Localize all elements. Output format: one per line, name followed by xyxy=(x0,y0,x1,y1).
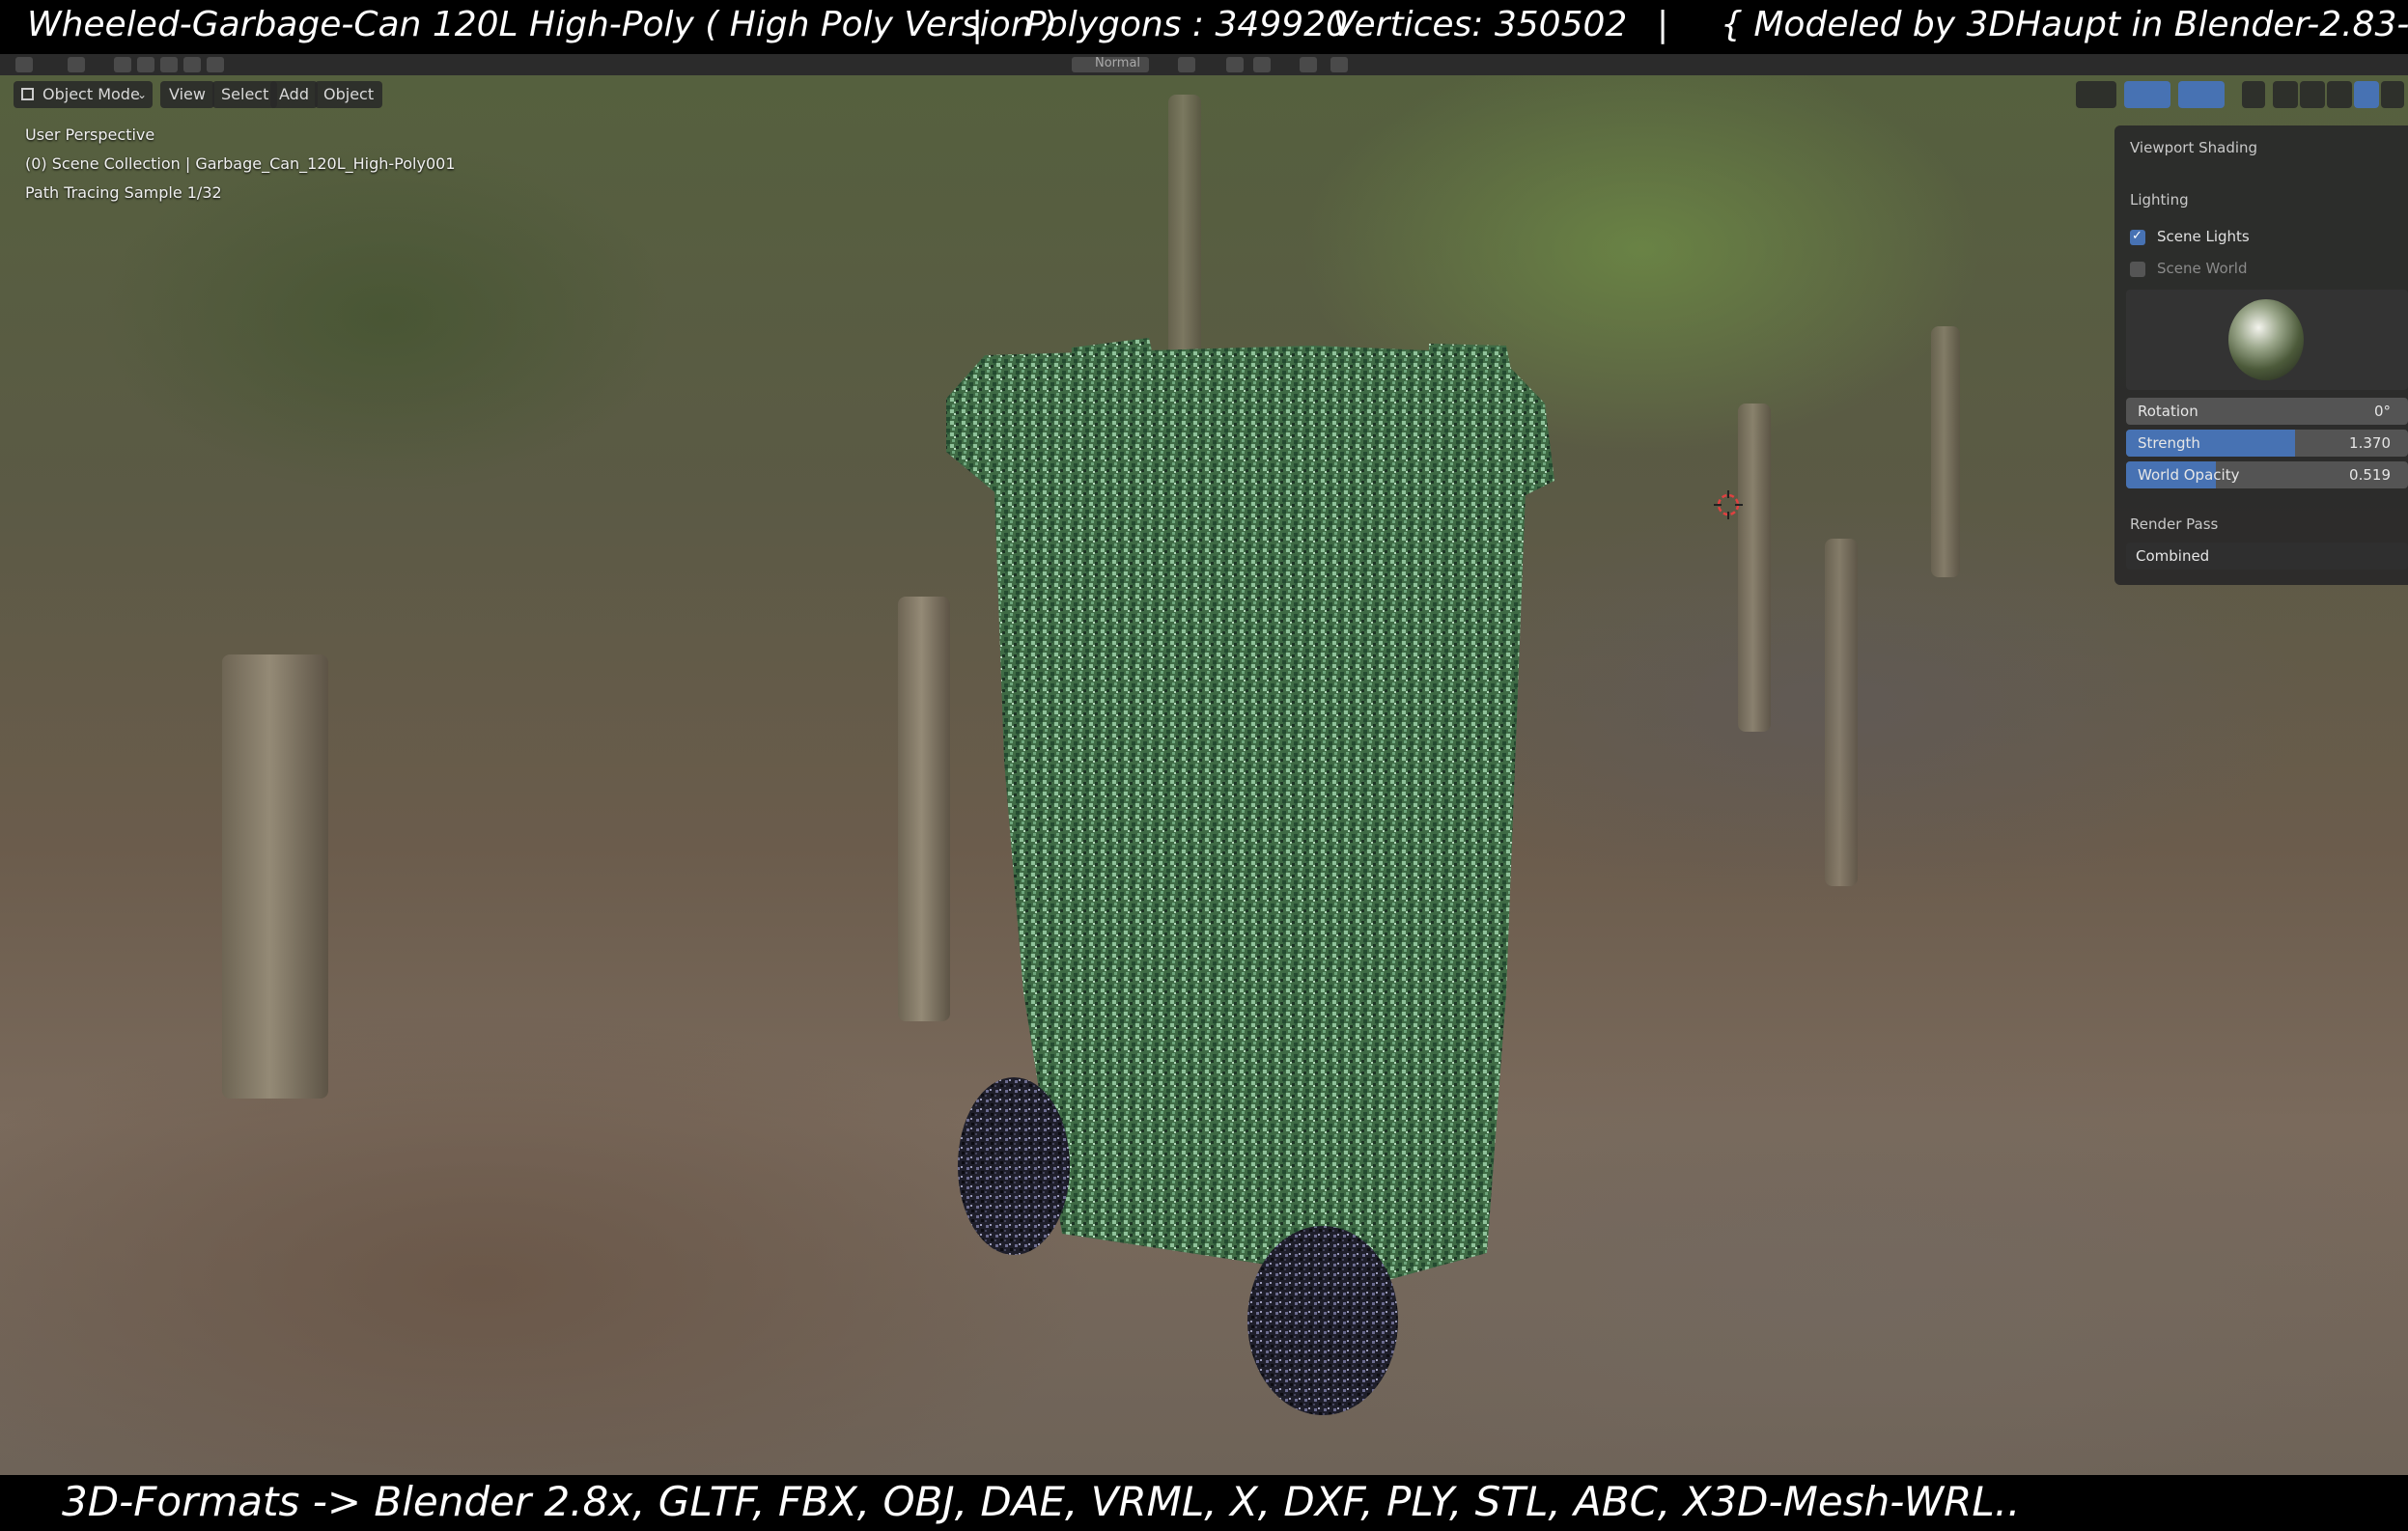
object-mode-label: Object Mode xyxy=(42,85,140,103)
strength-label: Strength xyxy=(2138,434,2200,452)
vertex-count: Vertices: 350502 xyxy=(1332,5,1628,44)
overlays-icon[interactable] xyxy=(2178,81,2225,108)
garbage-can-model[interactable] xyxy=(927,259,1680,1436)
select-box-icon[interactable] xyxy=(68,57,85,72)
bin-lid xyxy=(946,346,1554,500)
proportional-edit-icon[interactable] xyxy=(1300,57,1317,72)
scene-collection-label: (0) Scene Collection | Garbage_Can_120L_… xyxy=(25,154,456,173)
select-mode-icon[interactable] xyxy=(183,57,201,72)
fence-post xyxy=(1931,326,1960,577)
strength-value: 1.370 xyxy=(2349,434,2391,452)
render-pass-label: Render Pass xyxy=(2130,515,2219,533)
object-mode-icon xyxy=(21,88,34,100)
polygon-count: Polygons : 349920 xyxy=(1025,5,1348,44)
orientation-label: Normal xyxy=(1095,56,1141,70)
3d-viewport[interactable]: Object Mode ⌄ View Select Add Object Use… xyxy=(0,75,2408,1475)
hdri-sphere xyxy=(2228,299,2304,380)
rotation-field[interactable]: Rotation 0° xyxy=(2126,398,2408,425)
render-pass-value: Combined xyxy=(2136,547,2210,565)
object-mode-dropdown[interactable]: Object Mode ⌄ xyxy=(14,81,153,108)
bin-body xyxy=(994,490,1526,1282)
menu-object[interactable]: Object xyxy=(315,81,383,108)
right-wheel xyxy=(1247,1226,1398,1415)
modeler-credit: { Modeled by 3DHaupt in Blender-2.83-3 } xyxy=(1721,5,2408,44)
transform-icon[interactable] xyxy=(15,57,33,72)
lighting-label: Lighting xyxy=(2130,191,2189,209)
title-separator: | xyxy=(1657,5,1669,44)
render-sample-label: Path Tracing Sample 1/32 xyxy=(25,183,222,202)
snap-target-icon[interactable] xyxy=(1253,57,1271,72)
title-separator: | xyxy=(971,5,984,44)
title-banner: Wheeled-Garbage-Can 120L High-Poly ( Hig… xyxy=(0,0,2408,54)
world-opacity-label: World Opacity xyxy=(2138,466,2240,484)
rotation-label: Rotation xyxy=(2138,403,2198,420)
fence-post xyxy=(222,654,328,1099)
visibility-icon[interactable] xyxy=(2076,81,2116,108)
select-mode-icon[interactable] xyxy=(137,57,154,72)
select-mode-icon[interactable] xyxy=(160,57,178,72)
fence-post xyxy=(1738,404,1771,732)
world-opacity-value: 0.519 xyxy=(2349,466,2391,484)
scene-world-checkbox[interactable] xyxy=(2130,262,2145,277)
scene-lights-checkbox[interactable] xyxy=(2130,229,2145,245)
falloff-icon[interactable] xyxy=(1330,57,1348,72)
3d-cursor-icon[interactable] xyxy=(1714,490,1743,519)
shading-options-dropdown[interactable] xyxy=(2381,81,2404,108)
pivot-icon[interactable] xyxy=(1178,57,1195,72)
menu-select[interactable]: Select xyxy=(212,81,278,108)
gizmo-icon[interactable] xyxy=(2124,81,2170,108)
model-name: Wheeled-Garbage-Can 120L High-Poly ( Hig… xyxy=(27,5,1057,44)
rotation-value: 0° xyxy=(2373,403,2391,420)
wireframe-shading-icon[interactable] xyxy=(2273,81,2298,108)
rendered-shading-icon[interactable] xyxy=(2354,81,2379,108)
fence-post xyxy=(1825,539,1858,886)
world-opacity-slider[interactable]: World Opacity 0.519 xyxy=(2126,461,2408,488)
menu-view[interactable]: View xyxy=(160,81,214,108)
render-pass-dropdown[interactable]: Combined xyxy=(2126,543,2408,570)
tool-settings-bar: Normal xyxy=(0,54,2408,75)
view-perspective-label: User Perspective xyxy=(25,125,155,144)
select-mode-icon[interactable] xyxy=(207,57,224,72)
left-wheel xyxy=(958,1077,1070,1255)
scene-lights-label: Scene Lights xyxy=(2157,228,2250,245)
menu-add[interactable]: Add xyxy=(270,81,318,108)
viewport-header: Object Mode ⌄ View Select Add Object xyxy=(0,75,2408,116)
hdri-preview[interactable] xyxy=(2126,290,2408,390)
chevron-down-icon: ⌄ xyxy=(136,88,147,101)
panel-title: Viewport Shading xyxy=(2130,139,2258,156)
formats-banner: 3D-Formats -> Blender 2.8x, GLTF, FBX, O… xyxy=(0,1475,2408,1531)
solid-shading-icon[interactable] xyxy=(2300,81,2325,108)
strength-slider[interactable]: Strength 1.370 xyxy=(2126,430,2408,457)
xray-icon[interactable] xyxy=(2242,81,2265,108)
viewport-shading-panel: Viewport Shading Lighting Scene Lights S… xyxy=(2114,125,2408,585)
formats-text: 3D-Formats -> Blender 2.8x, GLTF, FBX, O… xyxy=(62,1478,2021,1525)
material-shading-icon[interactable] xyxy=(2327,81,2352,108)
transform-orientation-dropdown[interactable]: Normal xyxy=(1072,56,1149,72)
scene-world-label: Scene World xyxy=(2157,260,2248,277)
snap-icon[interactable] xyxy=(1226,57,1244,72)
select-mode-icon[interactable] xyxy=(114,57,131,72)
